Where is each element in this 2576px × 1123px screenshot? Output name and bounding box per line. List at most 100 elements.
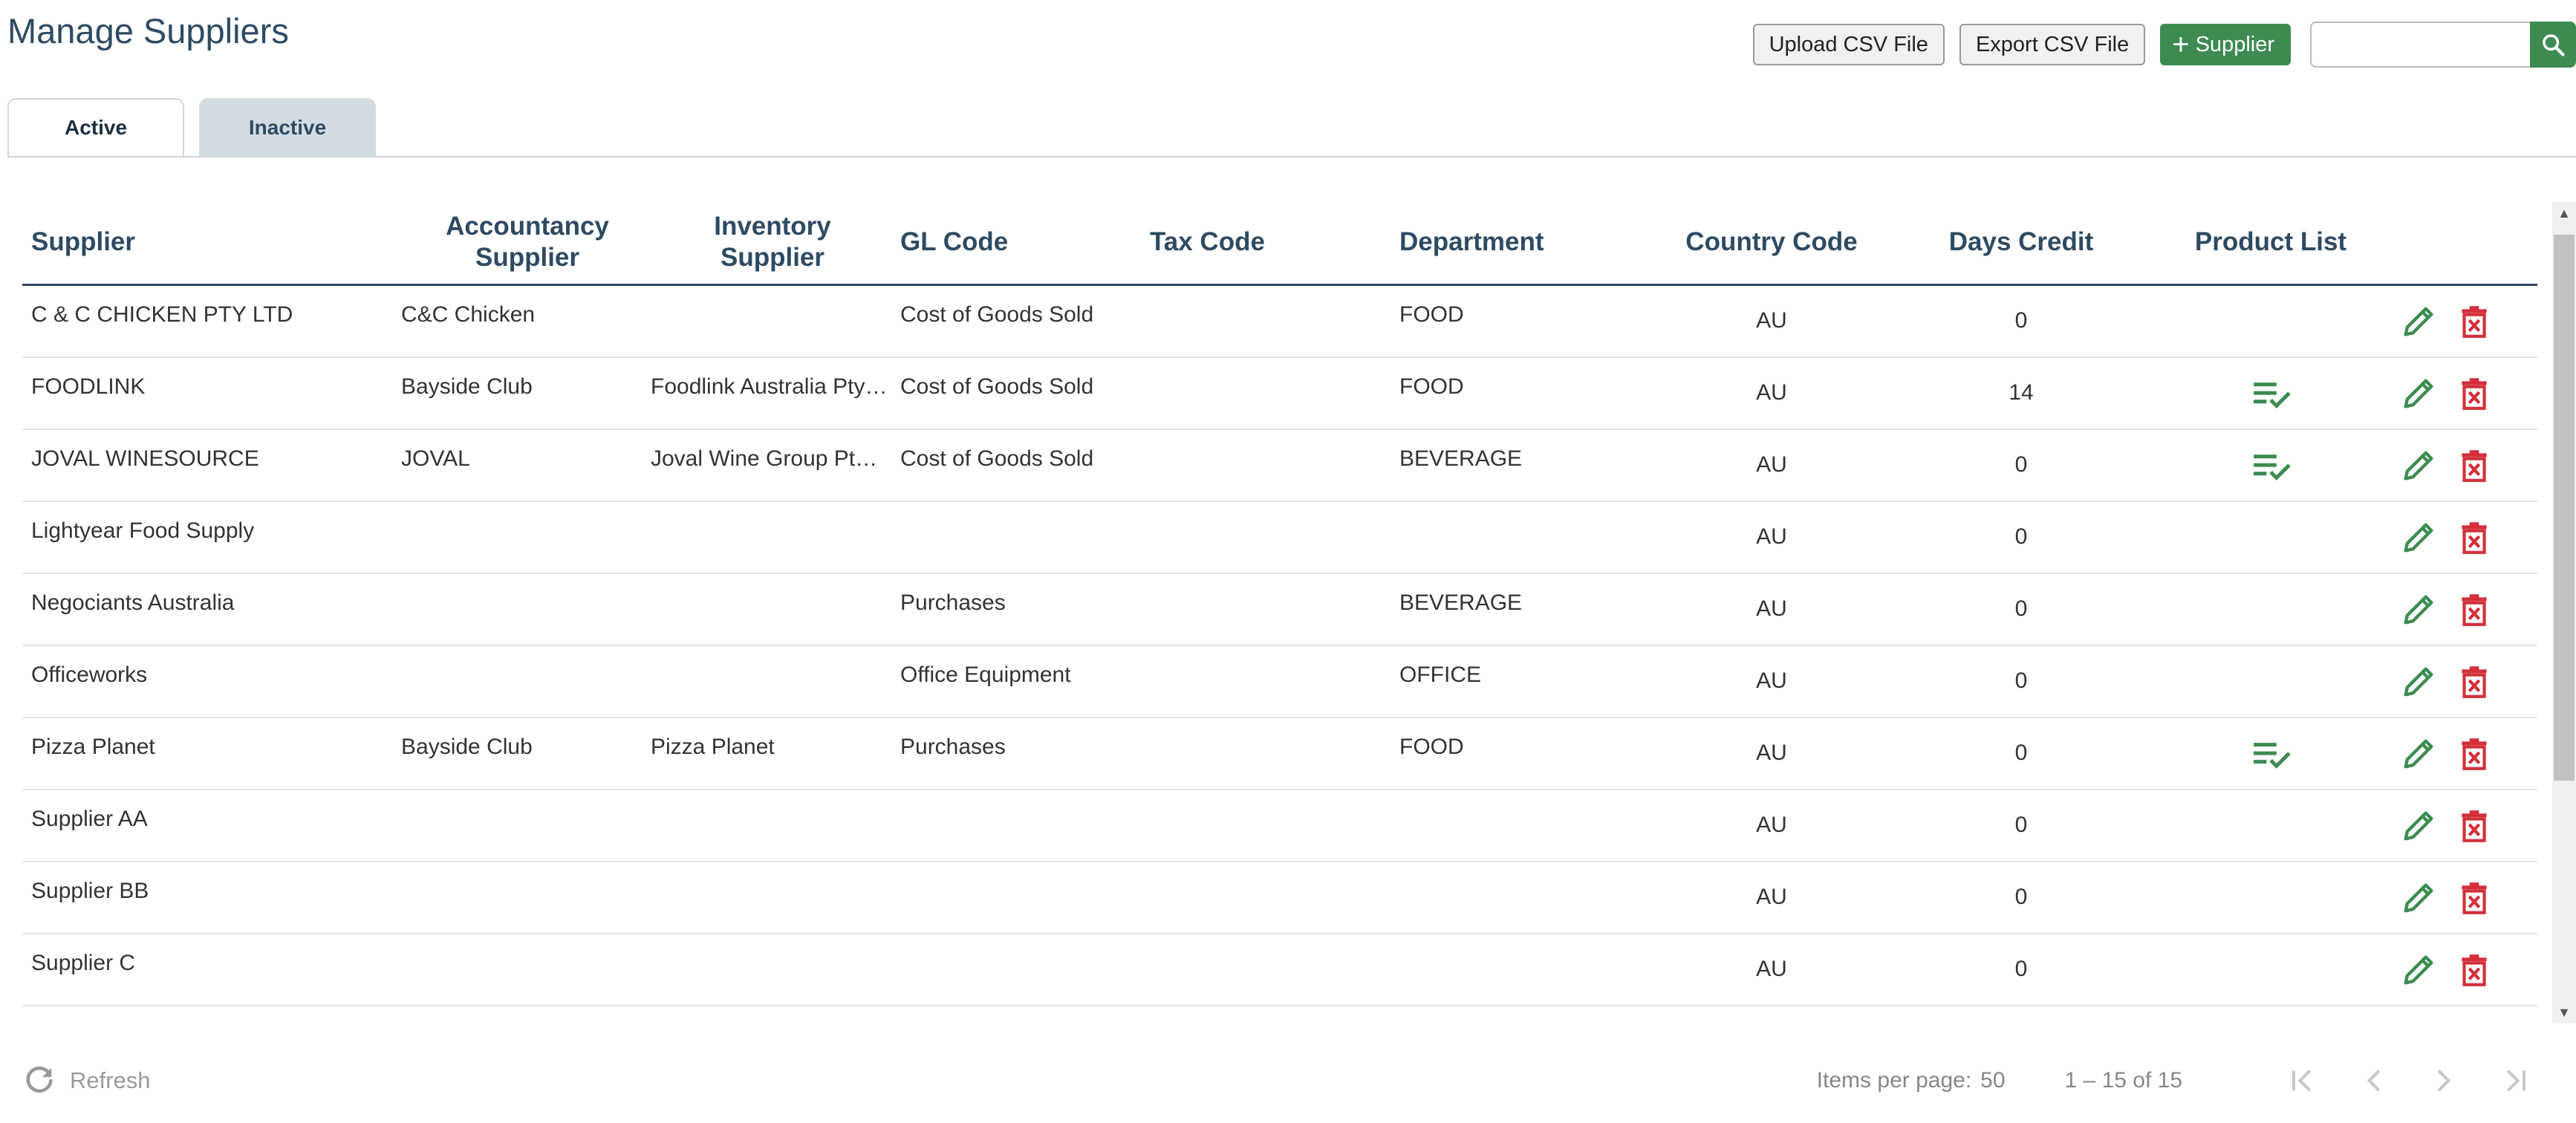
header-accountancy-supplier[interactable]: Accountancy Supplier [409, 201, 646, 284]
cell-department: OFFICE [1399, 663, 1481, 687]
scroll-thumb[interactable] [2554, 235, 2575, 781]
items-per-page-select[interactable]: 50 [1980, 1068, 2005, 1093]
table-row[interactable]: Lightyear Food Supply AU 0 [22, 502, 2537, 574]
table-row[interactable]: JOVAL WINESOURCE JOVAL Joval Wine Group Pt… [22, 430, 2537, 502]
cell-days-credit: 0 [2014, 813, 2028, 837]
table-row[interactable]: Officeworks Office Equipment OFFICE AU 0 [22, 646, 2537, 718]
table-scrollbar[interactable]: ▲ ▼ [2552, 202, 2576, 1023]
cell-department: FOOD [1399, 302, 1464, 327]
cell-department: BEVERAGE [1399, 590, 1523, 615]
table-footer: Refresh Items per page: 50 1 – 15 of 15 [22, 1055, 2576, 1107]
table-row[interactable]: Pizza Planet Bayside Club Pizza Planet Purc… [22, 718, 2537, 790]
edit-icon[interactable] [2399, 951, 2438, 993]
last-page-icon[interactable] [2494, 1066, 2531, 1096]
cell-gl-code: Office Equipment [900, 663, 1071, 687]
edit-icon[interactable] [2399, 735, 2438, 777]
delete-icon[interactable] [2456, 302, 2493, 345]
edit-icon[interactable] [2399, 374, 2438, 417]
tab-inactive[interactable]: Inactive [199, 98, 376, 157]
edit-icon[interactable] [2399, 518, 2438, 561]
cell-inventory-supplier: Pizza Planet [651, 735, 775, 759]
cell-supplier: Supplier CC [31, 1023, 388, 1025]
cell-days-credit: 0 [2014, 957, 2028, 981]
delete-icon[interactable] [2456, 735, 2493, 777]
edit-icon[interactable] [2399, 590, 2438, 633]
cell-country-code: AU [1756, 380, 1787, 405]
cell-supplier: FOODLINK [31, 374, 146, 399]
delete-icon[interactable] [2456, 518, 2493, 561]
next-page-icon[interactable] [2427, 1066, 2457, 1096]
first-page-icon[interactable] [2286, 1066, 2323, 1096]
add-supplier-label: Supplier [2195, 32, 2274, 56]
delete-icon[interactable] [2456, 446, 2493, 489]
header-product-list[interactable]: Product List [2148, 201, 2393, 284]
cell-days-credit: 0 [2014, 524, 2028, 549]
cell-supplier: Lightyear Food Supply [31, 518, 255, 543]
cell-days-credit: 14 [2009, 380, 2034, 405]
delete-icon[interactable] [2456, 663, 2493, 705]
delete-icon[interactable] [2456, 807, 2493, 849]
edit-icon[interactable] [2399, 302, 2438, 345]
tab-bar: Active Inactive [7, 98, 376, 157]
product-list-icon[interactable] [2251, 377, 2294, 415]
table-row[interactable]: Supplier CCAU0 [22, 1006, 2537, 1025]
delete-icon[interactable] [2456, 374, 2493, 417]
cell-accountancy-supplier: Bayside Club [401, 374, 533, 399]
table-row[interactable]: Supplier BB AU 0 [22, 862, 2537, 934]
tab-active[interactable]: Active [7, 98, 184, 157]
cell-supplier: Pizza Planet [31, 735, 155, 759]
delete-icon[interactable] [2456, 951, 2493, 993]
tab-divider [7, 156, 2576, 157]
product-list-icon[interactable] [2251, 449, 2294, 487]
cell-days-credit: 0 [2014, 740, 2028, 765]
header-gl-code[interactable]: GL Code [900, 201, 1123, 284]
paginator: Items per page: 50 1 – 15 of 15 [1817, 1066, 2531, 1096]
scroll-up-icon[interactable]: ▲ [2552, 202, 2576, 224]
cell-country-code: AU [1756, 813, 1787, 837]
header-tax-code[interactable]: Tax Code [1150, 201, 1373, 284]
header-days-credit[interactable]: Days Credit [1899, 201, 2144, 284]
delete-icon[interactable] [2456, 1023, 2493, 1025]
cell-country-code: AU [1756, 957, 1787, 981]
edit-icon[interactable] [2399, 879, 2438, 921]
previous-page-icon[interactable] [2361, 1066, 2390, 1096]
upload-csv-button[interactable]: Upload CSV File [1752, 24, 1945, 65]
product-list-icon[interactable] [2251, 738, 2294, 775]
page-title: Manage Suppliers [7, 11, 289, 51]
edit-icon[interactable] [2399, 446, 2438, 489]
header-country-code[interactable]: Country Code [1649, 201, 1894, 284]
search-input[interactable] [2310, 22, 2530, 68]
header-department[interactable]: Department [1399, 201, 1622, 284]
export-csv-button[interactable]: Export CSV File [1959, 24, 2146, 65]
cell-country-code: AU [1756, 740, 1787, 765]
header-inventory-supplier[interactable]: Inventory Supplier [661, 201, 884, 284]
table-row[interactable]: FOODLINK Bayside Club Foodlink Australia P… [22, 358, 2537, 430]
table-row[interactable]: Negociants Australia Purchases BEVERAGE AU 0 [22, 574, 2537, 646]
edit-icon[interactable] [2399, 1023, 2438, 1025]
table-row[interactable]: Supplier C AU 0 [22, 934, 2537, 1006]
add-supplier-button[interactable]: + Supplier [2160, 24, 2291, 65]
page-range: 1 – 15 of 15 [2064, 1068, 2182, 1093]
edit-icon[interactable] [2399, 663, 2438, 705]
header-supplier[interactable]: Supplier [31, 201, 388, 284]
table-row[interactable]: C & C CHICKEN PTY LTD C&C Chicken Cost of … [22, 286, 2537, 358]
delete-icon[interactable] [2456, 590, 2493, 633]
search-button[interactable] [2530, 22, 2576, 68]
cell-accountancy-supplier: JOVAL [401, 446, 470, 471]
refresh-label: Refresh [70, 1067, 151, 1093]
cell-gl-code: Purchases [900, 590, 1006, 615]
cell-department: FOOD [1399, 735, 1464, 759]
cell-supplier: Officeworks [31, 663, 148, 687]
cell-country-code: AU [1756, 668, 1787, 693]
table-row[interactable]: Supplier AA AU 0 [22, 790, 2537, 862]
refresh-button[interactable]: Refresh [22, 1064, 151, 1098]
cell-days-credit: 0 [2014, 308, 2028, 333]
delete-icon[interactable] [2456, 879, 2493, 921]
cell-gl-code: Cost of Goods Sold [900, 446, 1094, 471]
edit-icon[interactable] [2399, 807, 2438, 849]
cell-country-code: AU [1756, 885, 1787, 909]
scroll-down-icon[interactable]: ▼ [2552, 1001, 2576, 1023]
cell-country-code: AU [1756, 596, 1787, 621]
cell-supplier: JOVAL WINESOURCE [31, 446, 259, 471]
cell-supplier: Supplier AA [31, 807, 148, 831]
